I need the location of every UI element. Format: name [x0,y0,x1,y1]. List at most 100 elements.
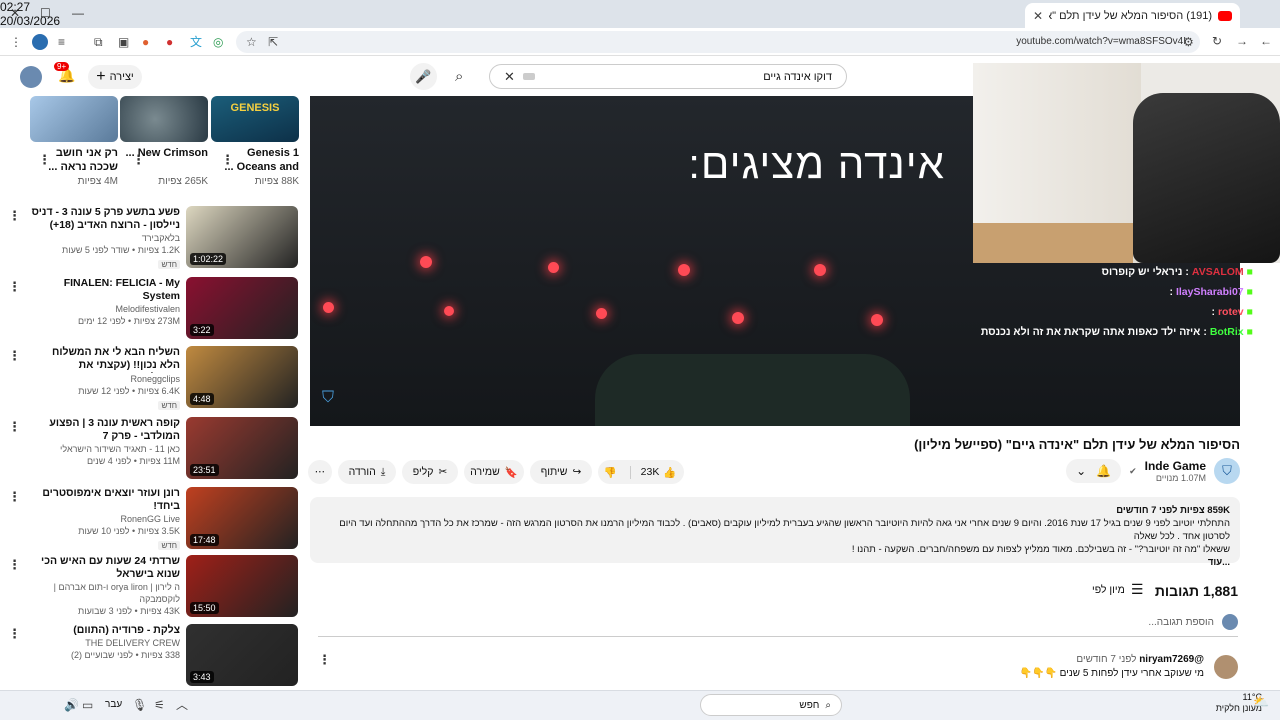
channel-name[interactable]: Roneggclips [30,373,180,385]
profile-icon[interactable] [32,34,48,50]
video-title[interactable]: רונן ועוזר יוצאים אימפוסטרים ביחד! [30,487,180,513]
channel-name[interactable]: THE DELIVERY CREW [30,637,180,649]
cast-icon[interactable]: ▣ [118,36,129,48]
video-thumbnail[interactable]: 23:51 [186,417,298,479]
video-thumbnail[interactable]: 3:22 [186,277,298,339]
video-title[interactable]: פשע בתשע פרק 5 עונה 3 - דניס ניילסון - ה… [30,206,180,232]
search-input[interactable]: דוקו אינדה גיים ✕ [489,64,847,89]
install-icon[interactable]: ⇱ [268,36,278,48]
recommended-video[interactable]: 4:48 השליח הבא לי את המשלוח הלא נכון!! (ע… [8,346,298,410]
channel-name[interactable]: Melodifestivalen [30,303,180,315]
history-card[interactable]: New Crimson ... 265K צפיות [120,96,208,187]
add-comment-input[interactable]: הוספת תגובה... [1148,617,1214,628]
puzzle-icon[interactable]: ⧉ [94,36,103,48]
recommended-video[interactable]: 15:50 שרדתי 24 שעות עם האיש הכי שנוא בישר… [8,555,298,619]
history-card[interactable]: GENESIS Genesis 1 Oceans and ... 88K צפי… [211,96,299,187]
dislike-button[interactable]: 👎 [596,466,625,479]
microphone-icon[interactable]: 🎙 [132,699,147,711]
channel-name[interactable]: ה לירון | orya liron ו-תום אברהם | לוקסמ… [30,581,180,605]
more-actions-icon[interactable]: ⋮ [8,557,21,573]
notifications-bell-icon[interactable]: 🔔 9+ [54,62,75,84]
channel-name[interactable]: RonenGG Live [30,513,180,525]
network-icon[interactable]: ▭ [82,699,93,711]
wifi-off-icon[interactable]: ⚟ [154,699,165,711]
add-comment-row[interactable]: הוספת תגובה... [318,614,1238,637]
video-title[interactable]: שרדתי 24 שעות עם האיש הכי שנוא בישראל [30,555,180,581]
create-button[interactable]: יצירה + [88,65,142,89]
comment-more-icon[interactable]: ⋮ [318,652,331,668]
taskbar-clock[interactable]: 02:27 20/03/2026 [0,0,60,28]
more-actions-icon[interactable]: ⋮ [38,152,51,168]
recommended-video[interactable]: 17:48 רונן ועוזר יוצאים אימפוסטרים ביחד! R… [8,487,298,551]
video-thumbnail[interactable] [120,96,208,142]
recommended-video[interactable]: 1:02:22 פשע בתשע פרק 5 עונה 3 - דניס נייל… [8,206,298,270]
chat-username: IlaySharabi07 [1175,286,1244,298]
translate-icon[interactable]: 文 [190,36,202,48]
back-icon[interactable]: ← [1260,35,1272,47]
video-description[interactable]: 859K צפיות לפני 7 חודשים התחלתי יוטיוב ל… [310,497,1240,568]
history-card[interactable]: רק אני חושב שככה נראה ... 4M צפיות [30,96,118,187]
video-thumbnail[interactable]: GENESIS [211,96,299,142]
save-button[interactable]: 🔖 שמירה [464,460,524,484]
red-light [596,308,607,319]
video-thumbnail[interactable] [30,96,118,142]
avatar[interactable] [20,66,42,88]
clip-button[interactable]: ✂ קליפ [402,460,458,484]
more-actions-icon[interactable]: ⋮ [8,489,21,505]
taskbar-search[interactable]: ⌕ חפש [700,694,842,716]
browser-toolbar: ⋮ ≡ ⧉ ▣ ● ● 文 ◎ ☆ ⇱ youtube.com/watch?v=… [0,28,1280,56]
comment-author[interactable]: @niryam7269 [1139,654,1204,665]
video-thumbnail[interactable]: 4:48 [186,346,298,408]
more-actions-icon[interactable]: ⋮ [8,419,21,435]
extension-orange-icon[interactable]: ● [142,36,149,48]
recommended-video[interactable]: 23:51 קופה ראשית עונה 3 | הפצוע המולדבי -… [8,417,298,481]
browser-tab[interactable]: (191) הסיפור המלא של עידן תלם "אינדה גיי… [1025,3,1240,28]
bookmark-star-icon[interactable]: ☆ [246,36,257,48]
keyboard-icon[interactable] [522,73,535,80]
more-actions-icon[interactable]: ⋮ [132,152,145,168]
share-button[interactable]: ↪ שיתוף [530,460,592,484]
video-title[interactable]: קופה ראשית עונה 3 | הפצוע המולדבי - פרק … [30,417,180,443]
more-actions-icon[interactable]: ⋮ [221,152,234,168]
voice-search-mic-icon[interactable]: 🎤 [410,63,437,90]
more-actions-button[interactable]: ⋯ [308,460,332,484]
site-settings-icon[interactable]: ⚙ [1183,36,1194,48]
channel-name[interactable]: Inde Game [1145,459,1206,473]
close-tab-icon[interactable]: ✕ [1033,9,1043,23]
minimize-icon[interactable]: — [72,6,84,20]
video-thumbnail[interactable]: 3:43 [186,624,298,686]
like-button[interactable]: 👍 23K [629,465,687,479]
commenter-avatar[interactable] [1214,654,1238,679]
recommended-video[interactable]: 3:22 FINALEN: FELICIA - My System Melodife… [8,277,298,341]
extension-red-icon[interactable]: ● [166,36,173,48]
volume-icon[interactable]: 🔊 [64,699,79,711]
recommended-video[interactable]: 3:43 צלקת - פרודיה (התוום) THE DELIVERY CR… [8,624,298,688]
video-thumbnail[interactable]: 1:02:22 [186,206,298,268]
input-language[interactable]: עבר [105,699,122,710]
channel-name[interactable]: בלאקבירד [30,232,180,244]
extension-green-icon[interactable]: ◎ [213,36,223,48]
clear-search-icon[interactable]: ✕ [504,69,515,85]
sort-comments-button[interactable]: ☰ מיון לפי [1092,581,1143,598]
reload-icon[interactable]: ↻ [1212,35,1222,47]
search-icon[interactable]: ⌕ [455,64,487,89]
more-actions-icon[interactable]: ⋮ [8,279,21,295]
download-button[interactable]: ⤓ הורדה [338,460,396,484]
channel-watermark-icon[interactable]: ⛉ [322,389,334,407]
chevron-up-icon[interactable]: ︿ [176,699,188,711]
extension-icon[interactable]: ≡ [58,36,65,48]
channel-avatar[interactable]: ⛉ [1214,458,1240,484]
show-more-link[interactable]: ...עוד [320,556,1230,569]
more-actions-icon[interactable]: ⋮ [8,208,21,224]
menu-dots-icon[interactable]: ⋮ [10,36,22,48]
more-actions-icon[interactable]: ⋮ [8,626,21,642]
video-title[interactable]: השליח הבא לי את המשלוח הלא נכון!! (עקצתי… [30,346,180,373]
more-actions-icon[interactable]: ⋮ [8,348,21,364]
video-thumbnail[interactable]: 15:50 [186,555,298,617]
video-thumbnail[interactable]: 17:48 [186,487,298,549]
forward-icon[interactable]: → [1236,35,1248,47]
video-title[interactable]: FINALEN: FELICIA - My System [30,277,180,303]
video-title[interactable]: צלקת - פרודיה (התוום) [30,624,180,637]
subscribed-button[interactable]: 🔔 ⌄ [1066,459,1122,483]
channel-name[interactable]: כאן 11 - תאגיד השידור הישראלי [30,443,180,455]
